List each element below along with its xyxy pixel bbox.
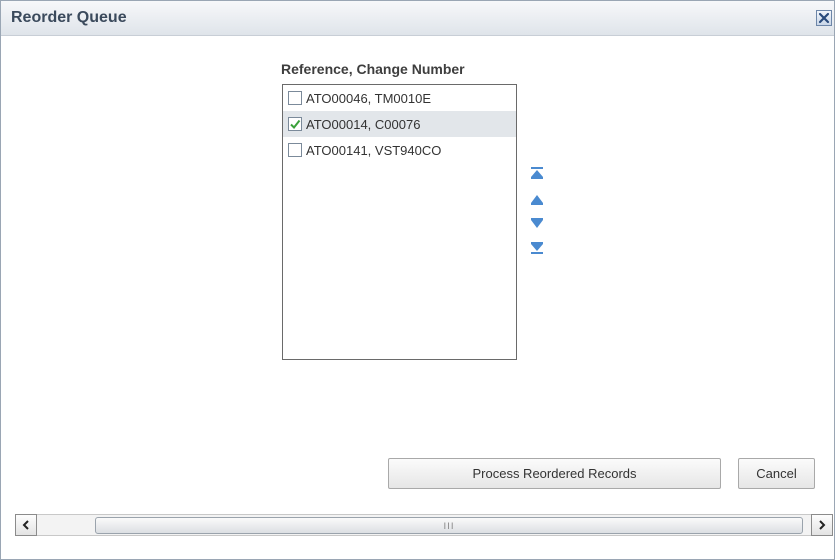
chevron-left-icon [22,520,29,530]
chevron-right-icon [819,520,826,530]
item-label: ATO00046, TM0010E [306,90,432,106]
move-down-icon[interactable] [529,216,545,230]
item-checkbox[interactable] [288,91,302,105]
scroll-right-button[interactable] [811,514,833,536]
close-icon [818,12,830,24]
list-item[interactable]: ATO00046, TM0010E [283,85,516,111]
reorder-listbox[interactable]: ATO00046, TM0010E ATO00014, C00076 ATO00… [282,84,517,360]
item-label: ATO00014, C00076 [306,116,421,132]
scrollbar-track[interactable]: III [37,514,811,536]
scroll-left-button[interactable] [15,514,37,536]
cancel-button[interactable]: Cancel [738,458,815,489]
horizontal-scrollbar[interactable]: III [15,514,833,536]
dialog-title: Reorder Queue [11,9,127,26]
reorder-queue-dialog: Reorder Queue Reference, Change Number A… [0,0,835,560]
item-label: ATO00141, VST940CO [306,142,442,158]
item-checkbox[interactable] [288,143,302,157]
scrollbar-thumb[interactable]: III [95,517,803,534]
scrollbar-grip: III [443,522,455,532]
close-button[interactable] [816,10,832,26]
process-reordered-records-button[interactable]: Process Reordered Records [388,458,721,489]
move-to-bottom-icon[interactable] [529,241,545,255]
list-item[interactable]: ATO00141, VST940CO [283,137,516,163]
checkmark-icon [290,119,301,130]
move-to-top-icon[interactable] [529,166,545,180]
list-item-selected[interactable]: ATO00014, C00076 [283,111,516,137]
list-column-header: Reference, Change Number [281,61,465,77]
move-up-icon[interactable] [529,193,545,207]
item-checkbox-checked[interactable] [288,117,302,131]
dialog-titlebar: Reorder Queue [1,1,834,36]
